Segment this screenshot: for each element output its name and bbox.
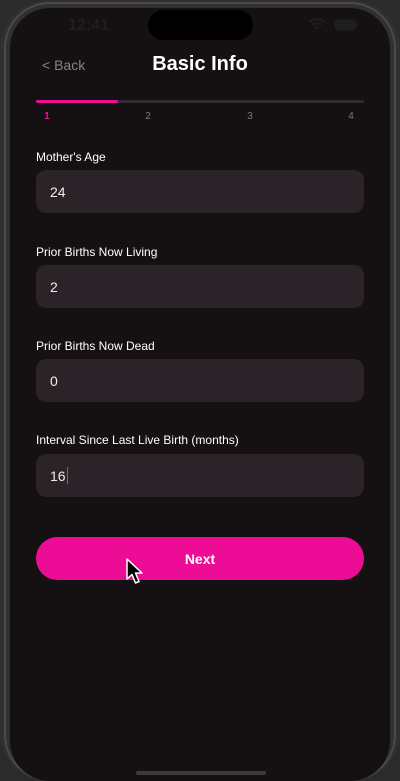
step-2-label: 2 <box>145 111 151 122</box>
progress-fill <box>36 100 118 103</box>
mothers-age-value: 24 <box>50 183 66 200</box>
next-button[interactable]: Next <box>36 537 364 580</box>
prior-births-living-value: 2 <box>50 278 58 295</box>
interval-label: Interval Since Last Live Birth (months) <box>36 433 239 447</box>
mouse-pointer-icon <box>126 558 144 591</box>
interval-value: 16 <box>50 467 66 484</box>
mothers-age-input[interactable]: 24 <box>36 170 364 213</box>
mothers-age-label: Mother's Age <box>36 150 106 164</box>
app-screen: 12:41 < Back Basic Info 1 2 3 4 Mother's… <box>10 8 390 781</box>
step-4-label: 4 <box>348 111 354 122</box>
dynamic-island <box>148 10 253 40</box>
prior-births-dead-value: 0 <box>50 372 58 389</box>
prior-births-living-input[interactable]: 2 <box>36 265 364 308</box>
wifi-icon <box>308 18 326 31</box>
battery-icon <box>334 19 358 31</box>
page-title: Basic Info <box>152 53 248 75</box>
interval-input[interactable]: 16 <box>36 454 364 497</box>
step-3-label: 3 <box>247 111 253 122</box>
progress-track <box>36 100 364 103</box>
text-caret <box>66 467 69 484</box>
step-1-label: 1 <box>44 111 50 122</box>
status-time: 12:41 <box>68 17 109 34</box>
status-icons <box>308 18 358 31</box>
prior-births-dead-label: Prior Births Now Dead <box>36 339 155 353</box>
home-indicator <box>136 771 266 775</box>
prior-births-dead-input[interactable]: 0 <box>36 359 364 402</box>
prior-births-living-label: Prior Births Now Living <box>36 245 158 259</box>
